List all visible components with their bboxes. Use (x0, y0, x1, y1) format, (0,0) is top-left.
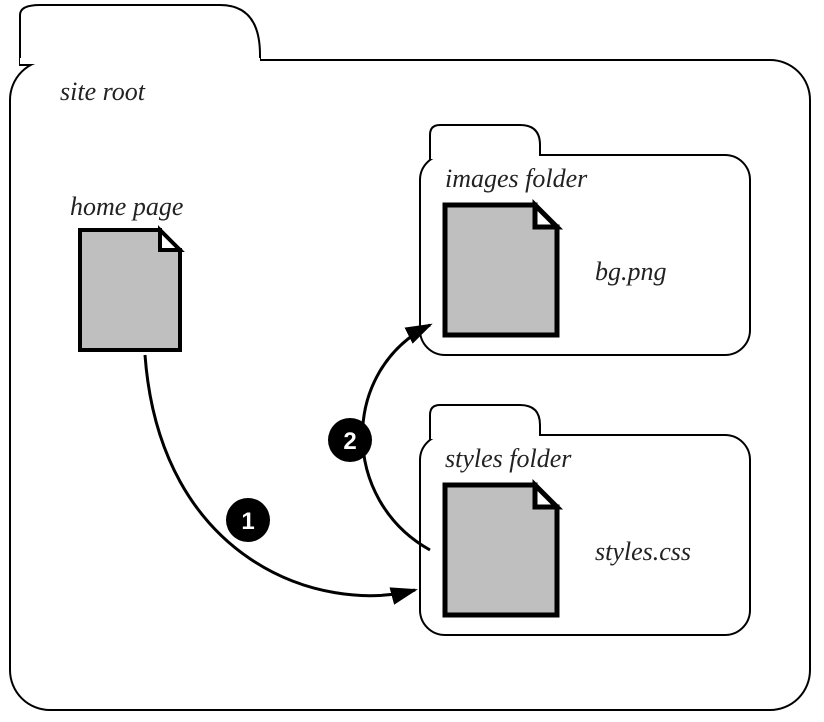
styles-file-label: styles.css (595, 537, 691, 566)
home-page-label: home page (70, 192, 183, 221)
step-badge-1-label: 1 (241, 508, 254, 535)
home-page-file-icon (80, 230, 180, 350)
bg-file-label: bg.png (595, 257, 667, 286)
styles-folder-label: styles folder (445, 444, 572, 473)
step-badge-2-label: 2 (343, 428, 356, 455)
styles-file-icon (445, 485, 557, 615)
site-root-label: site root (60, 77, 146, 106)
step-badge-1: 1 (226, 498, 270, 542)
images-folder: images folder bg.png (420, 125, 750, 355)
images-folder-label: images folder (445, 164, 588, 193)
home-page-group: home page (70, 192, 183, 350)
styles-folder: styles folder styles.css (420, 405, 750, 635)
file-structure-diagram: site root home page images folder bg.png… (0, 0, 824, 722)
step-badge-2: 2 (328, 418, 372, 462)
bg-file-icon (445, 205, 557, 335)
